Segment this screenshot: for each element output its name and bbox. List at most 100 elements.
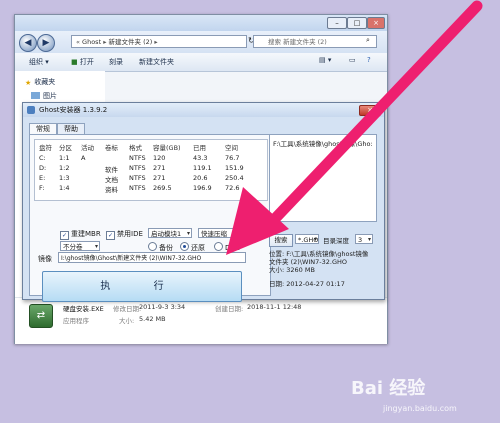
ide-label: 禁用IDE [117, 230, 143, 238]
ghost-title: Ghost安装器 1.3.9.2 [39, 106, 108, 114]
nav-label: 图片 [43, 92, 57, 100]
check-icon: ✓ [106, 231, 115, 240]
col-header: 已用 [193, 144, 206, 152]
search-icon: ⌕ [366, 36, 370, 44]
ghost-installer-window: Ghost安装器 1.3.9.2 × 常规 帮助 盘符 分区 活动 卷标 格式 … [22, 102, 385, 302]
forward-button[interactable]: ▶ [37, 34, 55, 52]
partition-cell: 1:3 [59, 174, 70, 182]
col-header: 格式 [129, 144, 142, 152]
boot-mode-select[interactable]: 启动模块1 [148, 228, 192, 239]
partition-cell: F: [39, 184, 45, 192]
execute-button[interactable]: 执 行 [42, 271, 242, 302]
ide-checkbox[interactable]: ✓ 禁用IDE [106, 229, 143, 240]
partition-cell: 119.1 [193, 164, 212, 172]
file-name: 硬盘安装.EXE [63, 305, 104, 313]
pictures-icon [31, 92, 40, 99]
address-bar-area: ◀ ▶ « Ghost ▸ 新建文件夹 (2) ▸ ↻ 搜索 新建文件夹 (2)… [15, 31, 387, 53]
preview-pane-icon[interactable]: ▭ [349, 56, 356, 64]
col-header: 分区 [59, 144, 72, 152]
split-select[interactable]: 不分卷 [60, 241, 100, 252]
partition-cell: C: [39, 154, 46, 162]
partition-cell: 271 [153, 164, 166, 172]
general-panel: 盘符 分区 活动 卷标 格式 容量(GB) 已用 空间 C: 1:1 A NTFS 12… [29, 134, 271, 302]
ghost-app-icon [27, 106, 35, 114]
baidu-watermark-url: jingyan.baidu.com [383, 404, 457, 413]
organize-button[interactable]: 组织 ▾ [29, 57, 49, 67]
address-input[interactable]: « Ghost ▸ 新建文件夹 (2) ▸ [71, 35, 247, 48]
depth-label: 目录深度 [323, 237, 349, 245]
modified-label: 修改日期: [113, 305, 142, 313]
help-icon[interactable]: ? [367, 56, 371, 64]
size-value: 5.42 MB [139, 315, 166, 323]
image-file-item[interactable]: F:\工具\系统镜像\ghost镜像\Gho: [273, 140, 373, 148]
image-path-input[interactable]: I:\ghost镜像\Ghost\新建文件夹 (2)\WIN7-32.GHO [58, 252, 246, 263]
image-finder-panel: F:\工具\系统镜像\ghost镜像\Gho: 搜索 *.GHO 目录深度 3 … [269, 134, 381, 294]
image-date: 日期: 2012-04-27 01:17 [269, 280, 345, 288]
image-file-list[interactable]: F:\工具\系统镜像\ghost镜像\Gho: [269, 134, 377, 222]
modified-value: 2011-9-3 3:34 [139, 303, 186, 311]
partition-cell: E: [39, 174, 46, 182]
partition-cell: 120 [153, 154, 166, 162]
installer-app-icon: ⇄ [29, 304, 53, 328]
created-label: 创建日期: [215, 305, 244, 313]
partition-cell: 1:1 [59, 154, 70, 162]
partition-cell: 151.9 [225, 164, 244, 172]
created-value: 2018-11-1 12:48 [247, 303, 302, 311]
partition-cell: 20.6 [193, 174, 208, 182]
view-options-icon[interactable]: ▤ ▾ [319, 56, 331, 64]
col-header: 卷标 [105, 144, 118, 152]
breadcrumb-ghost[interactable]: Ghost [82, 38, 101, 46]
partition-cell: 196.9 [193, 184, 212, 192]
maximize-button[interactable]: □ [347, 17, 367, 29]
partition-cell: 250.4 [225, 174, 244, 182]
nav-label: 收藏夹 [34, 78, 56, 86]
file-row[interactable]: ⇄ 硬盘安装.EXE 修改日期: 2011-9-3 3:34 创建日期: 201… [15, 297, 387, 344]
back-button[interactable]: ◀ [19, 34, 37, 52]
size-label: 大小: [119, 317, 135, 325]
image-label: 镜像 [38, 255, 52, 263]
dos-radio[interactable]: DOS [214, 242, 240, 252]
mbr-label: 重建MBR [71, 230, 101, 238]
partition-cell: 72.6 [225, 184, 240, 192]
partition-cell: 资料 [105, 186, 118, 194]
check-icon: ✓ [60, 231, 69, 240]
partition-cell: D: [39, 164, 47, 172]
partition-cell: 文档 [105, 176, 118, 184]
radio-selected-icon [180, 242, 189, 251]
search-input[interactable]: 搜索 新建文件夹 (2) [253, 35, 377, 48]
star-icon: ★ [25, 79, 32, 87]
partition-cell: 1:4 [59, 184, 70, 192]
ghost-close-button[interactable]: × [359, 105, 381, 116]
extension-select[interactable]: *.GHO [295, 234, 319, 245]
col-header: 盘符 [39, 144, 52, 152]
radio-icon [148, 242, 157, 251]
radio-icon [214, 242, 223, 251]
compress-select[interactable]: 快速压缩 [198, 228, 238, 239]
ghost-titlebar: Ghost安装器 1.3.9.2 [23, 103, 384, 117]
partition-cell: 269.5 [153, 184, 172, 192]
backup-label: 备份 [159, 244, 173, 252]
image-size: 大小: 3260 MB [269, 266, 315, 274]
partition-cell: 76.7 [225, 154, 240, 162]
col-header: 容量(GB) [153, 144, 181, 152]
new-folder-button[interactable]: 新建文件夹 [139, 57, 174, 67]
open-button[interactable]: ■ 打开 [71, 57, 94, 67]
breadcrumb-folder[interactable]: 新建文件夹 (2) [109, 38, 153, 46]
mbr-checkbox[interactable]: ✓ 重建MBR [60, 229, 101, 240]
partition-cell: NTFS [129, 184, 146, 192]
partition-cell: NTFS [129, 164, 146, 172]
partition-cell: NTFS [129, 154, 146, 162]
partition-cell: 43.3 [193, 154, 208, 162]
restore-label: 还原 [191, 244, 205, 252]
explorer-titlebar: – □ × [15, 15, 387, 31]
minimize-button[interactable]: – [327, 17, 347, 29]
burn-button[interactable]: 刻录 [109, 57, 123, 67]
depth-input[interactable]: 3 [355, 234, 373, 245]
close-button[interactable]: × [367, 17, 385, 29]
explorer-toolbar: 组织 ▾ ■ 打开 刻录 新建文件夹 ▤ ▾ ▭ ? [15, 53, 387, 72]
nav-item-favorites[interactable]: ★ 收藏夹 [25, 77, 55, 87]
col-header: 空间 [225, 144, 238, 152]
partition-cell: A [81, 154, 86, 162]
nav-item-pictures[interactable]: 图片 [31, 91, 57, 101]
search-button[interactable]: 搜索 [269, 234, 293, 247]
